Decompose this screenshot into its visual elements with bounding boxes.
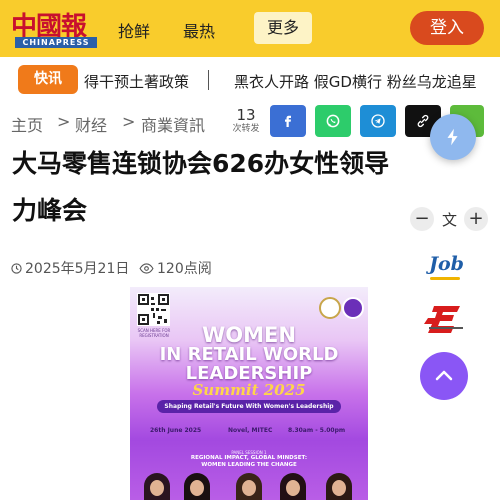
- nav-item-hottest[interactable]: 最热: [183, 18, 215, 42]
- poster-tagline: Shaping Retail's Future With Women's Lea…: [157, 400, 341, 413]
- car-logo-icon: [424, 306, 463, 333]
- poster-panel-line: WOMEN LEADING THE CHANGE: [201, 462, 297, 468]
- ticker-badge: 快讯: [18, 65, 78, 94]
- article-date: 2025年5月21日: [11, 258, 129, 278]
- job-logo-text: Job: [429, 253, 464, 275]
- speaker-photo: [144, 473, 170, 500]
- speaker-photo: [184, 473, 210, 500]
- job-logo-swoosh: [430, 277, 460, 280]
- chevron-right-icon: >: [122, 112, 136, 131]
- clock-icon: [11, 262, 22, 274]
- poster-panel-line: REGIONAL IMPACT, GLOBAL MINDSET:: [190, 455, 308, 461]
- link-icon: [417, 114, 429, 128]
- telegram-icon: [371, 114, 385, 128]
- organizer-logo: [319, 297, 341, 319]
- poster-event-time: 8.30am - 5.00pm: [288, 427, 346, 434]
- top-header: 中國報 CHINAPRESS 抢鲜 最热 更多 登入: [0, 0, 500, 57]
- speaker-photo: [280, 473, 306, 500]
- whatsapp-icon: [326, 114, 340, 128]
- telegram-share-button[interactable]: [360, 105, 396, 137]
- qr-code: [137, 293, 170, 326]
- ticker-headline[interactable]: 得干预土著政策: [84, 71, 189, 92]
- breadcrumb-finance[interactable]: 财经: [75, 112, 107, 136]
- chevron-up-icon: [435, 370, 453, 381]
- share-count-label: 次转发: [232, 124, 260, 134]
- partner-logo: [342, 297, 364, 319]
- poster-summit-year: Summit 2025: [192, 381, 306, 399]
- article-views-text: 120点阅: [157, 261, 212, 277]
- poster-event-venue: Novel, MITEC: [228, 427, 273, 434]
- car-ad-logo[interactable]: [424, 302, 468, 338]
- article-title: 大马零售连锁协会626办女性领导力峰会: [12, 149, 390, 225]
- font-size-label: 文: [442, 211, 458, 229]
- font-size-increase-button[interactable]: +: [464, 207, 488, 231]
- speaker-photo: [236, 473, 262, 500]
- nav-item-fresh[interactable]: 抢鲜: [118, 18, 150, 42]
- poster-event-date: 26th June 2025: [150, 427, 202, 434]
- ticker-headline[interactable]: 黑衣人开路 假GD横行 粉丝乌龙追星: [234, 71, 477, 92]
- logo-english-text: CHINAPRESS: [15, 37, 97, 48]
- whatsapp-share-button[interactable]: [315, 105, 351, 137]
- breadcrumb-business-info[interactable]: 商業資訊: [141, 112, 205, 136]
- share-count-number: 13: [236, 106, 256, 124]
- font-size-decrease-button[interactable]: −: [410, 207, 434, 231]
- facebook-share-button[interactable]: [270, 105, 306, 137]
- chevron-right-icon: >: [57, 112, 71, 131]
- event-poster-image[interactable]: SCAN HERE FOR REGISTRATION WOMEN IN RETA…: [130, 287, 368, 500]
- quick-action-button[interactable]: [430, 114, 476, 160]
- lightning-bolt-icon: [447, 128, 458, 146]
- china-press-logo[interactable]: 中國報 CHINAPRESS: [11, 6, 97, 48]
- nav-item-more[interactable]: 更多: [254, 12, 312, 44]
- news-ticker: 快讯 得干预土著政策 黑衣人开路 假GD横行 粉丝乌龙追星: [0, 57, 500, 103]
- login-button[interactable]: 登入: [410, 11, 484, 45]
- ticker-divider: [208, 70, 209, 90]
- facebook-icon: [285, 115, 291, 127]
- article-date-text: 2025年5月21日: [25, 261, 130, 277]
- scroll-to-top-button[interactable]: [420, 352, 468, 400]
- speaker-photo: [326, 473, 352, 500]
- job-ad-logo[interactable]: Job: [429, 253, 464, 280]
- article-views: 120点阅: [139, 258, 212, 278]
- breadcrumb-home[interactable]: 主页: [11, 112, 43, 136]
- share-count: 13 次转发: [228, 107, 264, 135]
- poster-panel-title: REGIONAL IMPACT, GLOBAL MINDSET: WOMEN L…: [130, 455, 368, 469]
- eye-icon: [139, 262, 154, 274]
- poster-title-line: IN RETAIL WORLD: [159, 344, 339, 365]
